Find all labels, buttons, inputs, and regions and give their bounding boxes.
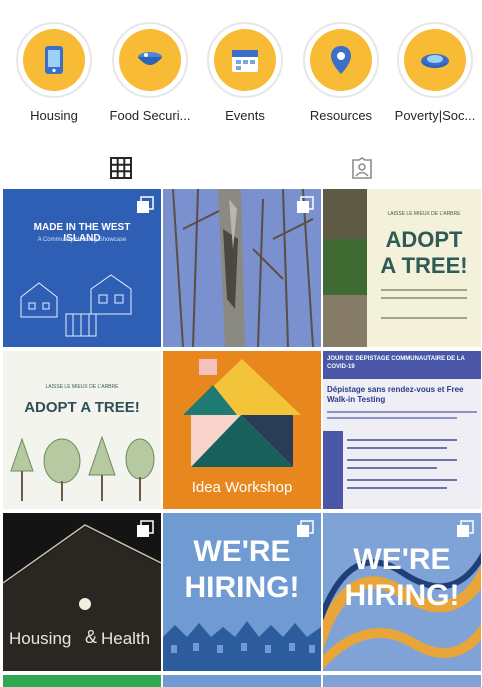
- highlight-label: Poverty|Soc...: [394, 108, 476, 123]
- post-adopt-a-tree-photos[interactable]: LAISSE LE MIEUX DE L'ARBRE ADOPT A TREE!: [323, 189, 481, 347]
- multiple-images-icon: [297, 520, 314, 537]
- post-title-line2: A TREE!: [380, 253, 468, 278]
- text-line: [347, 467, 437, 469]
- map-pin-icon: [331, 46, 351, 74]
- post-made-in-west-island[interactable]: MADE IN THE WEST ISLAND A Community Hous…: [3, 189, 161, 347]
- post-partial[interactable]: [3, 675, 161, 687]
- text-line: [381, 317, 467, 319]
- profile-tabs: [0, 148, 482, 188]
- post-adopt-a-tree[interactable]: LAISSE LE MIEUX DE L'ARBRE ADOPT A TREE!: [3, 351, 161, 509]
- tab-posts-grid[interactable]: [0, 148, 241, 188]
- post-partial[interactable]: [323, 675, 481, 687]
- post-heading: JOUR DE DEPISTAGE COMMUNAUTAIRE DE LA CO…: [327, 356, 465, 370]
- post-title-line1: WE'RE: [353, 543, 451, 576]
- multiple-images-icon: [137, 520, 154, 537]
- trees-illustration: [10, 435, 155, 501]
- post-ampersand: &: [85, 627, 98, 647]
- tagged-icon: [351, 157, 372, 179]
- post-title-line1: Housing: [9, 629, 72, 648]
- multiple-images-icon: [457, 520, 474, 537]
- grid-icon: [109, 157, 132, 179]
- post-idea-workshop[interactable]: Idea Workshop: [163, 351, 321, 509]
- highlight-label: Resources: [309, 108, 373, 123]
- story-highlights: Housing Food Securi... Events Resources …: [0, 22, 482, 123]
- highlight-events[interactable]: Events: [200, 22, 290, 123]
- post-subtitle: A Community Housing Showcase: [37, 237, 127, 243]
- house-tangram-illustration: [183, 359, 301, 467]
- highlight-label: Food Securi...: [109, 108, 191, 123]
- highlight-label: Housing: [30, 108, 78, 123]
- post-title-line1: ADOPT: [385, 227, 463, 252]
- text-line: [347, 487, 447, 489]
- highlight-resources[interactable]: Resources: [296, 22, 386, 123]
- hands-icon: [421, 54, 449, 68]
- post-title-line1: WE'RE: [193, 535, 291, 568]
- text-line: [381, 297, 467, 299]
- highlight-food-security[interactable]: Food Securi...: [105, 22, 195, 123]
- text-line: [327, 411, 477, 413]
- highlight-housing[interactable]: Housing: [9, 22, 99, 123]
- post-were-hiring-houses[interactable]: WE'RE HIRING!: [163, 513, 321, 671]
- post-side-band: [323, 431, 343, 509]
- post-partial[interactable]: [163, 675, 321, 687]
- rowhouses-illustration: [163, 621, 321, 671]
- post-tree-photo[interactable]: [163, 189, 321, 347]
- text-line: [347, 439, 457, 441]
- tree-photo-collage: [323, 189, 367, 347]
- post-title: ADOPT A TREE!: [24, 399, 140, 416]
- post-line: Dépistage sans rendez-vous et Free Walk-…: [327, 385, 464, 404]
- text-line: [347, 459, 457, 461]
- post-title-line2: HIRING!: [184, 571, 300, 604]
- tab-tagged[interactable]: [241, 148, 482, 188]
- text-line: [347, 447, 447, 449]
- calendar-icon: [232, 50, 258, 72]
- post-kicker: LAISSE LE MIEUX DE L'ARBRE: [387, 211, 461, 217]
- phone-icon: [45, 46, 63, 74]
- post-title: Idea Workshop: [191, 479, 293, 496]
- post-title-line2: HIRING!: [344, 579, 460, 612]
- post-kicker: LAISSE LE MIEUX DE L'ARBRE: [45, 384, 119, 390]
- text-line: [347, 479, 457, 481]
- multiple-images-icon: [137, 196, 154, 213]
- text-line: [327, 417, 457, 419]
- house-sketch-illustration: [20, 274, 132, 337]
- highlight-poverty[interactable]: Poverty|Soc...: [390, 22, 480, 123]
- post-title-line2: Health: [101, 629, 151, 648]
- multiple-images-icon: [297, 196, 314, 213]
- text-line: [381, 289, 467, 291]
- posts-grid: MADE IN THE WEST ISLAND A Community Hous…: [3, 189, 481, 687]
- post-were-hiring-waves[interactable]: WE'RE HIRING!: [323, 513, 481, 671]
- post-housing-health[interactable]: Housing & Health: [3, 513, 161, 671]
- post-covid-testing[interactable]: JOUR DE DEPISTAGE COMMUNAUTAIRE DE LA CO…: [323, 351, 481, 509]
- highlight-label: Events: [225, 108, 265, 123]
- food-bowl-icon: [138, 52, 162, 65]
